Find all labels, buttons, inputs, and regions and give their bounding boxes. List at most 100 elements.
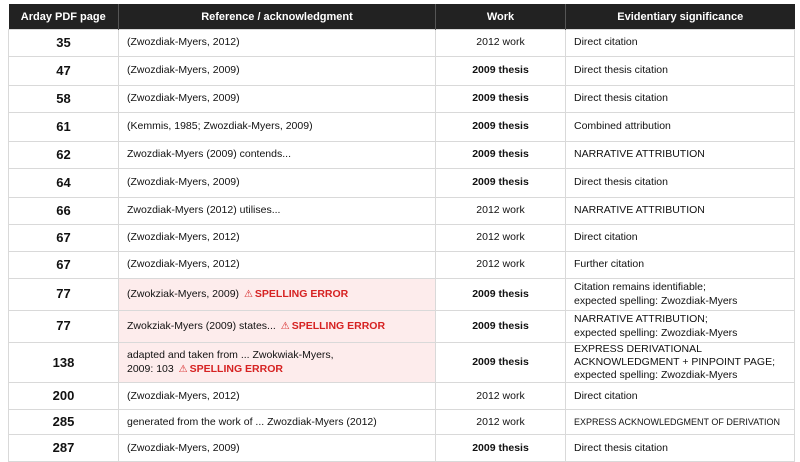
page-cell: 77 bbox=[8, 278, 119, 311]
table-row: 64 (Zwozdiak-Myers, 2009) 2009 thesis Di… bbox=[8, 168, 795, 198]
spelling-error-flag: ⚠ SPELLING ERROR bbox=[177, 363, 283, 375]
table-row: 285 generated from the work of ... Zwozd… bbox=[8, 409, 795, 436]
significance-cell: Direct thesis citation bbox=[565, 168, 795, 198]
work-cell: 2012 work bbox=[435, 251, 566, 279]
page-cell: 62 bbox=[8, 141, 119, 169]
reference-text: Zwokziak-Myers (2009) states... bbox=[127, 319, 276, 332]
significance-cell: Citation remains identifiable; expected … bbox=[565, 278, 795, 311]
citation-table: Arday PDF page Reference / acknowledgmen… bbox=[8, 4, 795, 462]
reference-cell: (Kemmis, 1985; Zwozdiak-Myers, 2009) bbox=[118, 112, 436, 142]
page-cell: 67 bbox=[8, 224, 119, 252]
significance-line: expected spelling: Zwozdiak-Myers bbox=[574, 294, 738, 307]
table-row: 67 (Zwozdiak-Myers, 2012) 2012 work Dire… bbox=[8, 224, 795, 252]
work-cell: 2009 thesis bbox=[435, 341, 566, 384]
reference-cell: Zwokziak-Myers (2009) states... ⚠ SPELLIN… bbox=[118, 310, 436, 343]
significance-line: expected spelling: Zwozdiak-Myers bbox=[574, 326, 738, 339]
reference-cell: Zwozdiak-Myers (2012) utilises... bbox=[118, 197, 436, 225]
significance-line: ACKNOWLEDGMENT + PINPOINT PAGE; bbox=[574, 356, 775, 369]
reference-line: 2009: 103 bbox=[127, 362, 174, 375]
work-cell: 2009 thesis bbox=[435, 85, 566, 113]
page-cell: 67 bbox=[8, 251, 119, 279]
citation-table-container: Arday PDF page Reference / acknowledgmen… bbox=[8, 4, 795, 462]
page-cell: 77 bbox=[8, 310, 119, 343]
work-cell: 2012 work bbox=[435, 224, 566, 252]
header-page: Arday PDF page bbox=[8, 4, 119, 30]
page-cell: 66 bbox=[8, 197, 119, 225]
reference-cell: (Zwozdiak-Myers, 2009) bbox=[118, 85, 436, 113]
significance-cell: EXPRESS ACKNOWLEDGMENT OF DERIVATION bbox=[565, 409, 795, 436]
table-row: 62 Zwozdiak-Myers (2009) contends... 200… bbox=[8, 141, 795, 169]
page-cell: 287 bbox=[8, 434, 119, 462]
reference-cell: (Zwozdiak-Myers, 2012) bbox=[118, 224, 436, 252]
table-row: 200 (Zwozdiak-Myers, 2012) 2012 work Dir… bbox=[8, 382, 795, 411]
spelling-error-label: SPELLING ERROR bbox=[254, 287, 349, 300]
table-row: 66 Zwozdiak-Myers (2012) utilises... 201… bbox=[8, 197, 795, 225]
table-row: 287 (Zwozdiak-Myers, 2009) 2009 thesis D… bbox=[8, 434, 795, 462]
spelling-error-label: SPELLING ERROR bbox=[291, 319, 386, 332]
reference-cell: (Zwozdiak-Myers, 2009) bbox=[118, 56, 436, 86]
header-significance: Evidentiary significance bbox=[565, 4, 795, 30]
significance-cell: Direct citation bbox=[565, 224, 795, 252]
work-cell: 2009 thesis bbox=[435, 278, 566, 311]
header-reference: Reference / acknowledgment bbox=[118, 4, 436, 30]
table-row: 58 (Zwozdiak-Myers, 2009) 2009 thesis Di… bbox=[8, 85, 795, 113]
header-row: Arday PDF page Reference / acknowledgmen… bbox=[8, 4, 795, 30]
reference-cell: (Zwozdiak-Myers, 2012) bbox=[118, 29, 436, 57]
page-cell: 64 bbox=[8, 168, 119, 198]
page-cell: 35 bbox=[8, 29, 119, 57]
significance-line: expected spelling: Zwozdiak-Myers bbox=[574, 369, 738, 382]
significance-cell: Further citation bbox=[565, 251, 795, 279]
reference-cell: adapted and taken from ... Zwokwiak-Myer… bbox=[118, 341, 436, 384]
header-work: Work bbox=[435, 4, 566, 30]
significance-cell: Combined attribution bbox=[565, 112, 795, 142]
page-cell: 285 bbox=[8, 409, 119, 436]
significance-cell: Direct thesis citation bbox=[565, 56, 795, 86]
reference-cell: (Zwokziak-Myers, 2009) ⚠ SPELLING ERROR bbox=[118, 278, 436, 311]
significance-cell: EXPRESS DERIVATIONAL ACKNOWLEDGMENT + PI… bbox=[565, 341, 795, 384]
work-cell: 2009 thesis bbox=[435, 310, 566, 343]
page-cell: 138 bbox=[8, 341, 119, 384]
work-cell: 2009 thesis bbox=[435, 141, 566, 169]
table-header: Arday PDF page Reference / acknowledgmen… bbox=[8, 4, 795, 30]
table-row-spelling-error: 77 (Zwokziak-Myers, 2009) ⚠ SPELLING ERRO… bbox=[8, 278, 795, 311]
significance-line: Citation remains identifiable; bbox=[574, 281, 706, 294]
page-cell: 58 bbox=[8, 85, 119, 113]
work-cell: 2012 work bbox=[435, 409, 566, 436]
table-row: 61 (Kemmis, 1985; Zwozdiak-Myers, 2009) … bbox=[8, 112, 795, 142]
table-row-spelling-error: 77 Zwokziak-Myers (2009) states... ⚠ SPEL… bbox=[8, 310, 795, 343]
spelling-error-flag: ⚠ SPELLING ERROR bbox=[242, 288, 348, 300]
warning-triangle-icon: ⚠ bbox=[280, 320, 290, 332]
significance-cell: NARRATIVE ATTRIBUTION bbox=[565, 141, 795, 169]
spelling-error-flag: ⚠ SPELLING ERROR bbox=[279, 320, 385, 332]
table-row: 67 (Zwozdiak-Myers, 2012) 2012 work Furt… bbox=[8, 251, 795, 279]
warning-triangle-icon: ⚠ bbox=[243, 288, 253, 300]
work-cell: 2012 work bbox=[435, 29, 566, 57]
table-row-spelling-error: 138 adapted and taken from ... Zwokwiak-… bbox=[8, 341, 795, 384]
work-cell: 2009 thesis bbox=[435, 112, 566, 142]
reference-cell: generated from the work of ... Zwozdiak-… bbox=[118, 409, 436, 436]
reference-cell: Zwozdiak-Myers (2009) contends... bbox=[118, 141, 436, 169]
page-cell: 47 bbox=[8, 56, 119, 86]
table-body: 35 (Zwozdiak-Myers, 2012) 2012 work Dire… bbox=[8, 29, 795, 462]
significance-cell: Direct thesis citation bbox=[565, 434, 795, 462]
work-cell: 2009 thesis bbox=[435, 56, 566, 86]
table-row: 47 (Zwozdiak-Myers, 2009) 2009 thesis Di… bbox=[8, 56, 795, 86]
page-cell: 200 bbox=[8, 382, 119, 411]
reference-cell: (Zwozdiak-Myers, 2012) bbox=[118, 251, 436, 279]
spelling-error-label: SPELLING ERROR bbox=[189, 362, 283, 375]
warning-triangle-icon: ⚠ bbox=[178, 363, 188, 375]
work-cell: 2009 thesis bbox=[435, 168, 566, 198]
work-cell: 2009 thesis bbox=[435, 434, 566, 462]
reference-text: (Zwokziak-Myers, 2009) bbox=[127, 287, 240, 300]
table-row: 35 (Zwozdiak-Myers, 2012) 2012 work Dire… bbox=[8, 29, 795, 57]
work-cell: 2012 work bbox=[435, 197, 566, 225]
significance-line: EXPRESS DERIVATIONAL bbox=[574, 343, 702, 355]
reference-cell: (Zwozdiak-Myers, 2009) bbox=[118, 434, 436, 462]
significance-cell: NARRATIVE ATTRIBUTION; expected spelling… bbox=[565, 310, 795, 343]
reference-cell: (Zwozdiak-Myers, 2009) bbox=[118, 168, 436, 198]
reference-cell: (Zwozdiak-Myers, 2012) bbox=[118, 382, 436, 411]
work-cell: 2012 work bbox=[435, 382, 566, 411]
significance-cell: Direct citation bbox=[565, 29, 795, 57]
significance-line: NARRATIVE ATTRIBUTION; bbox=[574, 313, 708, 326]
page-cell: 61 bbox=[8, 112, 119, 142]
